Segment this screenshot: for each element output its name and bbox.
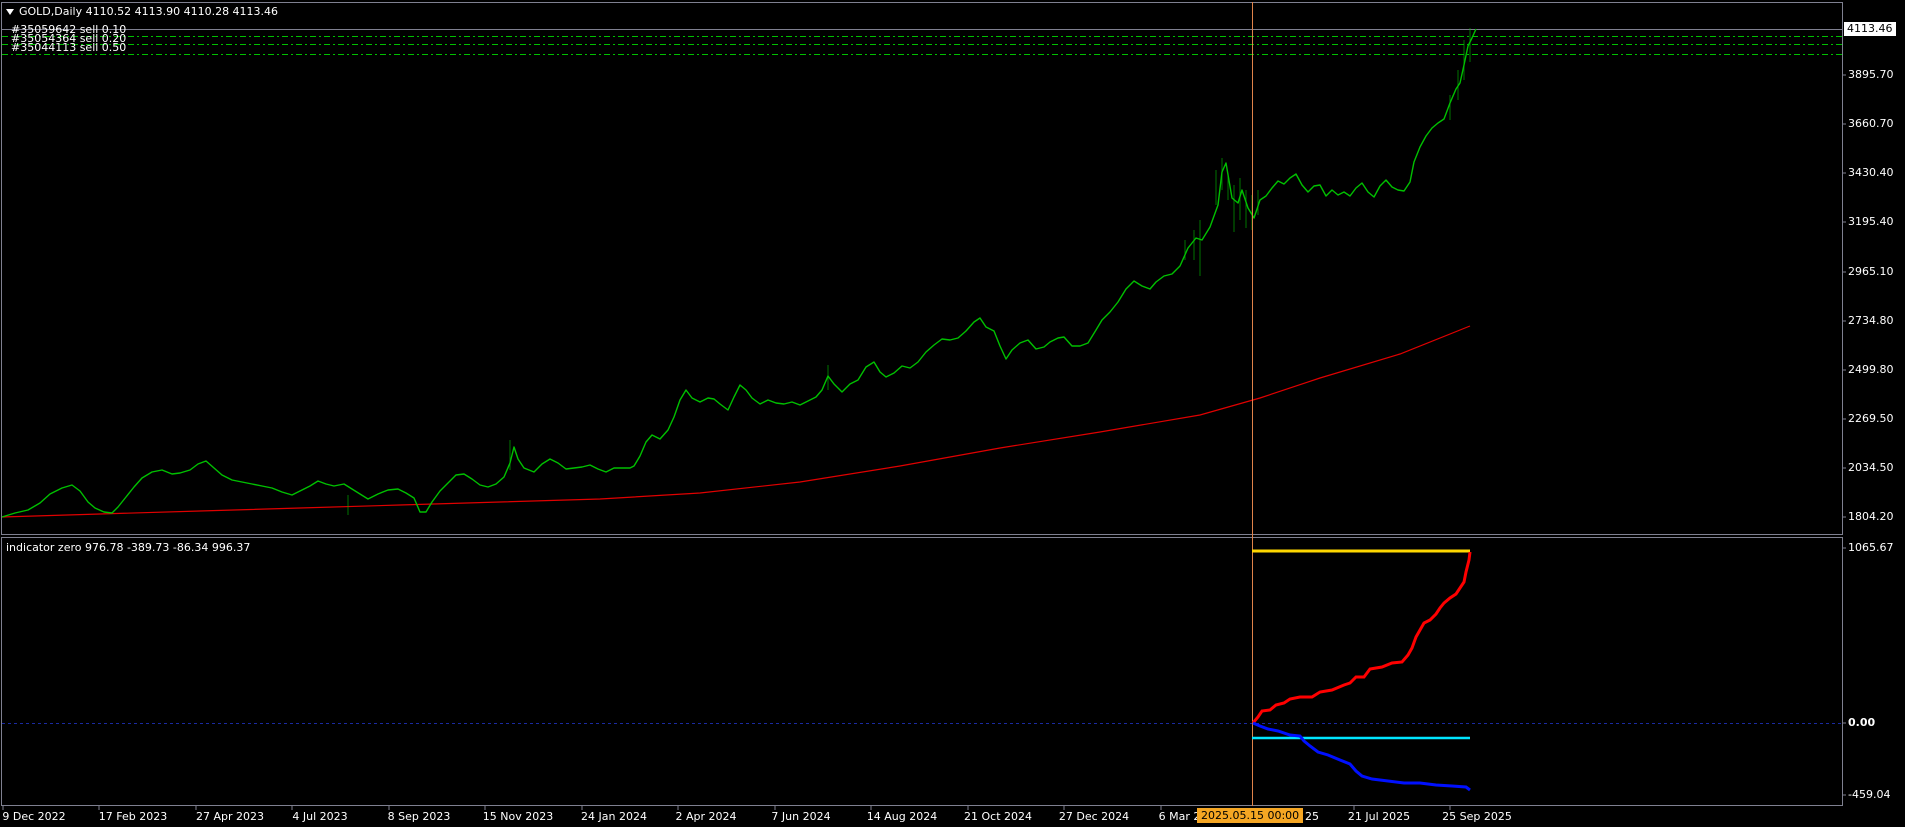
price-label: 2269.50 <box>1848 412 1894 425</box>
price-label: 2965.10 <box>1848 265 1894 278</box>
indicator-frame <box>1 537 1843 806</box>
price-label: 3430.40 <box>1848 166 1894 179</box>
chart-canvas[interactable] <box>0 0 1905 827</box>
order-label-3[interactable]: #35044113 sell 0.50 <box>11 42 126 53</box>
time-label: 27 Apr 2023 <box>195 810 265 823</box>
time-label: 25 Sep 2025 <box>1442 810 1512 823</box>
time-label: 24 Jan 2024 <box>581 810 647 823</box>
price-label: 2734.80 <box>1848 314 1894 327</box>
time-label-fragment: 25 <box>1305 810 1319 823</box>
time-label: 21 Jul 2025 <box>1347 810 1411 823</box>
price-series <box>1 28 1477 518</box>
indicator-blue-line <box>1252 721 1471 792</box>
time-label: 27 Dec 2024 <box>1058 810 1130 823</box>
cursor-time-box: 2025.05.15 00:00 <box>1197 808 1304 823</box>
indicator-label-max: 1065.67 <box>1848 541 1894 554</box>
indicator-header: indicator zero 976.78 -389.73 -86.34 996… <box>6 541 251 554</box>
time-label: 21 Oct 2024 <box>963 810 1033 823</box>
time-label: 8 Sep 2023 <box>387 810 451 823</box>
dropdown-triangle-icon[interactable] <box>6 8 14 15</box>
price-noise <box>347 28 1471 515</box>
symbol-ohlc: GOLD,Daily 4110.52 4113.90 4110.28 4113.… <box>19 5 279 18</box>
indicator-label-min: -459.04 <box>1848 788 1891 801</box>
indicator-label-zero: 0.00 <box>1848 716 1876 729</box>
indicator-red-line <box>1251 551 1472 724</box>
price-label: 3895.70 <box>1848 68 1894 81</box>
current-price-box: 4113.46 <box>1843 21 1897 37</box>
moving-average-line <box>1 325 1471 518</box>
time-label: 15 Nov 2023 <box>482 810 554 823</box>
price-label: 2499.80 <box>1848 363 1894 376</box>
time-label: 7 Jun 2024 <box>771 810 831 823</box>
price-label: 3660.70 <box>1848 117 1894 130</box>
time-label: 17 Feb 2023 <box>98 810 168 823</box>
main-chart-frame <box>1 2 1843 535</box>
main-chart-header: GOLD,Daily 4110.52 4113.90 4110.28 4113.… <box>4 5 278 18</box>
price-label: 3195.40 <box>1848 215 1894 228</box>
time-label: 2 Apr 2024 <box>675 810 737 823</box>
price-label: 1804.20 <box>1848 510 1894 523</box>
time-label: 4 Jul 2023 <box>292 810 348 823</box>
time-label: 9 Dec 2022 <box>2 810 66 823</box>
price-label: 2034.50 <box>1848 461 1894 474</box>
time-label: 14 Aug 2024 <box>866 810 938 823</box>
